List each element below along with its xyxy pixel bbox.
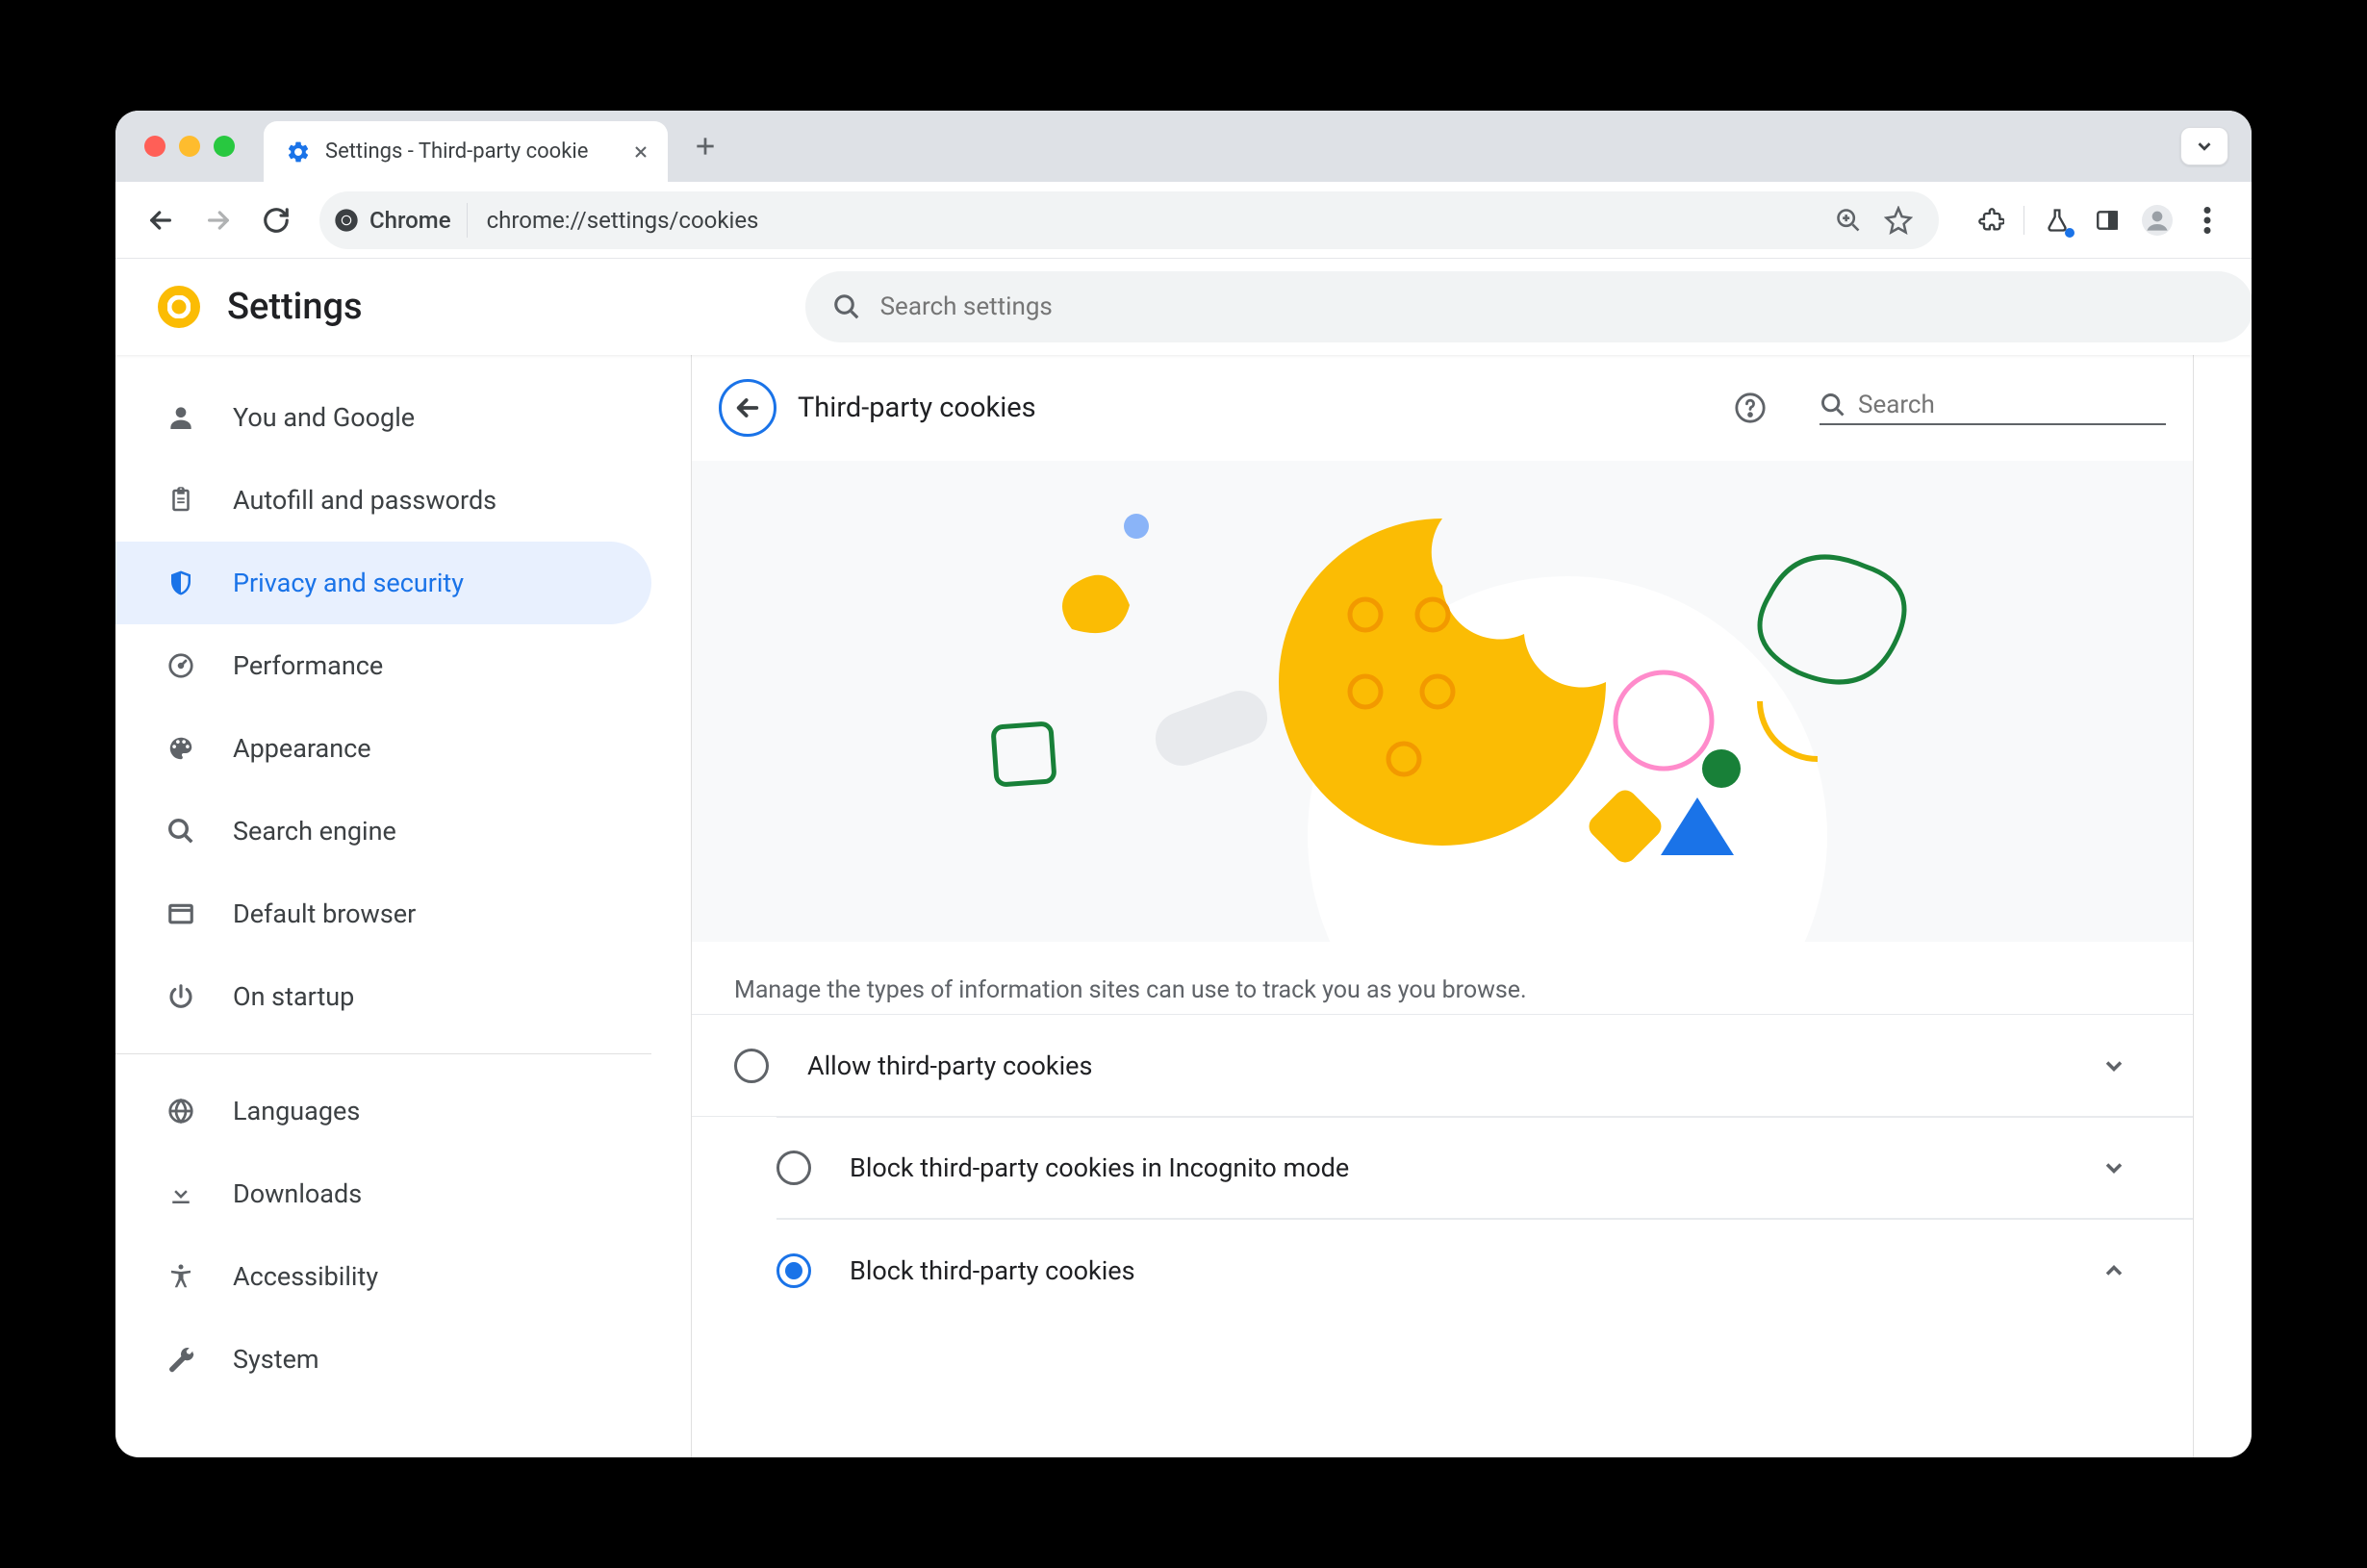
profile-avatar-icon[interactable]	[2134, 197, 2180, 243]
chevron-down-icon[interactable]	[2097, 1049, 2131, 1083]
accessibility-icon	[164, 1259, 198, 1294]
content-search[interactable]	[1820, 391, 2166, 425]
sidebar-item-languages[interactable]: Languages	[115, 1070, 651, 1152]
content-search-input[interactable]	[1858, 391, 2166, 419]
zoom-icon[interactable]	[1825, 197, 1871, 243]
sidebar-item-label: Languages	[233, 1096, 360, 1126]
sidebar-item-system[interactable]: System	[115, 1318, 651, 1401]
site-chip[interactable]: Chrome	[333, 203, 468, 238]
extensions-icon[interactable]	[1968, 197, 2014, 243]
settings-search[interactable]	[805, 271, 2252, 342]
sidebar-item-label: Performance	[233, 650, 383, 681]
content-pane: Third-party cookies	[691, 355, 2194, 1457]
minimize-window-button[interactable]	[179, 136, 200, 157]
search-icon	[1820, 392, 1846, 418]
side-panel-icon[interactable]	[2084, 197, 2130, 243]
tab-close-icon[interactable]	[627, 139, 654, 165]
settings-body: You and Google Autofill and passwords Pr…	[115, 355, 2252, 1457]
wrench-icon	[164, 1342, 198, 1377]
sidebar-item-default-browser[interactable]: Default browser	[115, 873, 651, 955]
cookie-illustration	[692, 461, 2193, 942]
sidebar-item-label: On startup	[233, 981, 354, 1012]
browser-toolbar: Chrome chrome://settings/cookies	[115, 182, 2252, 259]
sidebar-item-label: Downloads	[233, 1178, 362, 1209]
labs-flask-icon[interactable]	[2034, 197, 2080, 243]
tab-title: Settings - Third-party cookie	[325, 139, 627, 164]
radio-icon	[776, 1253, 811, 1288]
settings-sidebar: You and Google Autofill and passwords Pr…	[115, 355, 691, 1457]
sidebar-item-appearance[interactable]: Appearance	[115, 707, 651, 790]
content-header: Third-party cookies	[692, 355, 2193, 461]
browser-window-icon	[164, 897, 198, 931]
option-label: Block third-party cookies in Incognito m…	[850, 1152, 2097, 1183]
forward-button[interactable]	[194, 196, 242, 244]
site-chip-label: Chrome	[369, 207, 451, 234]
chrome-menu-icon[interactable]	[2184, 197, 2230, 243]
sidebar-item-label: Search engine	[233, 816, 396, 847]
sidebar-item-privacy-security[interactable]: Privacy and security	[115, 542, 651, 624]
sidebar-item-label: Default browser	[233, 898, 416, 929]
option-label: Block third-party cookies	[850, 1255, 2097, 1286]
sidebar-item-on-startup[interactable]: On startup	[115, 955, 651, 1038]
radio-icon	[734, 1049, 769, 1083]
sidebar-item-performance[interactable]: Performance	[115, 624, 651, 707]
content-title: Third-party cookies	[798, 392, 1710, 424]
close-window-button[interactable]	[144, 136, 165, 157]
sidebar-item-label: Accessibility	[233, 1261, 378, 1292]
chevron-down-icon[interactable]	[2097, 1151, 2131, 1185]
address-bar[interactable]: Chrome chrome://settings/cookies	[319, 191, 1939, 249]
option-block-incognito[interactable]: Block third-party cookies in Incognito m…	[776, 1117, 2193, 1219]
sidebar-item-label: System	[233, 1344, 319, 1375]
palette-icon	[164, 731, 198, 766]
option-block-third-party[interactable]: Block third-party cookies	[776, 1219, 2193, 1321]
sidebar-item-label: You and Google	[233, 402, 415, 433]
sidebar-item-label: Privacy and security	[233, 568, 464, 598]
option-label: Allow third-party cookies	[807, 1050, 2097, 1081]
chevron-up-icon[interactable]	[2097, 1253, 2131, 1288]
sidebar-item-downloads[interactable]: Downloads	[115, 1152, 651, 1235]
speedometer-icon	[164, 648, 198, 683]
browser-window: Settings - Third-party cookie Chrome	[115, 111, 2252, 1457]
download-icon	[164, 1176, 198, 1211]
sidebar-item-search-engine[interactable]: Search engine	[115, 790, 651, 873]
sidebar-divider	[115, 1053, 651, 1054]
settings-gear-icon	[285, 139, 312, 165]
shield-icon	[164, 566, 198, 600]
sidebar-item-label: Appearance	[233, 733, 371, 764]
tabs-dropdown-button[interactable]	[2180, 127, 2228, 165]
maximize-window-button[interactable]	[214, 136, 235, 157]
sidebar-item-accessibility[interactable]: Accessibility	[115, 1235, 651, 1318]
browser-tab[interactable]: Settings - Third-party cookie	[264, 121, 668, 182]
clipboard-icon	[164, 483, 198, 518]
canary-logo-icon	[158, 286, 200, 328]
search-icon	[164, 814, 198, 848]
window-controls	[144, 136, 235, 157]
settings-search-input[interactable]	[880, 292, 2227, 321]
option-allow-third-party[interactable]: Allow third-party cookies	[692, 1015, 2193, 1117]
url-text: chrome://settings/cookies	[487, 207, 1825, 234]
globe-icon	[164, 1094, 198, 1128]
back-button[interactable]	[137, 196, 185, 244]
search-icon	[832, 292, 861, 321]
settings-brand: Settings	[158, 286, 363, 328]
radio-icon	[776, 1151, 811, 1185]
settings-title: Settings	[227, 286, 363, 328]
sidebar-item-you-and-google[interactable]: You and Google	[115, 376, 651, 459]
tab-strip: Settings - Third-party cookie	[115, 111, 2252, 182]
person-icon	[164, 400, 198, 435]
new-tab-button[interactable]	[681, 122, 729, 170]
bookmark-star-icon[interactable]	[1875, 197, 1922, 243]
reload-button[interactable]	[252, 196, 300, 244]
sidebar-item-label: Autofill and passwords	[233, 485, 496, 516]
power-icon	[164, 979, 198, 1014]
sidebar-item-autofill[interactable]: Autofill and passwords	[115, 459, 651, 542]
content-description: Manage the types of information sites ca…	[692, 942, 2193, 1014]
content-back-button[interactable]	[719, 379, 776, 437]
cookie-options-list: Allow third-party cookies Block third-pa…	[692, 1014, 2193, 1321]
toolbar-divider	[2023, 206, 2024, 235]
help-icon[interactable]	[1731, 389, 1769, 427]
chrome-icon	[333, 207, 360, 234]
settings-header: Settings	[115, 259, 2252, 355]
